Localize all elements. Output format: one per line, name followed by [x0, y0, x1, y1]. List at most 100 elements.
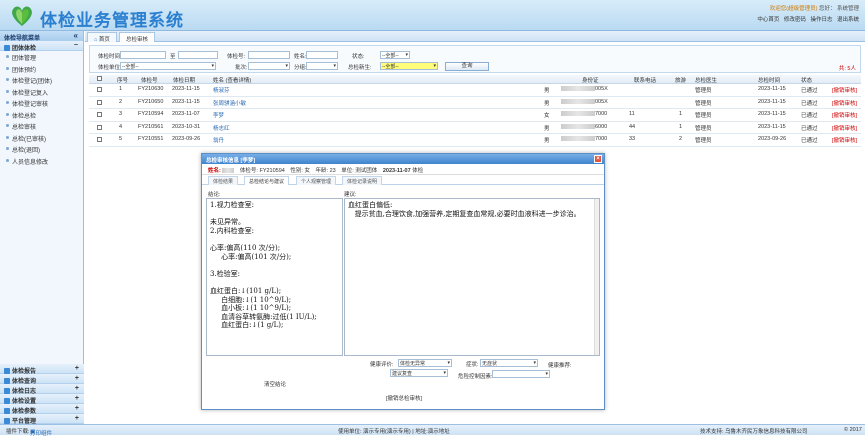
new-flag-select[interactable]: --全部-- — [380, 62, 438, 70]
table-header: 序号 体检号 体检日期 姓名 (查看详情) 身份证 联系电话 旅游 总检医生 总… — [89, 75, 861, 84]
tab-record-note[interactable]: 体检记录说明 — [342, 176, 383, 185]
plus-icon: + — [74, 375, 79, 382]
table-row[interactable]: 4 FY210561 2023-10-31 杨志红男 6000 44 1 管理员 2023-11… — [89, 122, 861, 134]
revoke-review-link[interactable]: [撤销总检审核] — [386, 394, 422, 402]
group-select[interactable] — [306, 62, 338, 70]
sidebar: 体检导航菜单 « 团体体检 − 团体管理 团体预约 体检登记(团体) 体检登记复入 体检登记… — [0, 31, 84, 425]
revoke-button[interactable]: [撤销审核] — [832, 136, 857, 144]
unit-select[interactable]: --全部-- — [120, 62, 216, 70]
clear-conclusion-link[interactable]: 清空结论 — [264, 380, 286, 388]
sidebar-group-team-exam[interactable]: 团体体检 − — [0, 41, 83, 52]
date-to-input[interactable] — [178, 51, 218, 59]
conclusion-textarea[interactable]: 1.视力检查室: 未见异常。 2.内科检查室: 心率:偏高(110 次/分); … — [206, 198, 343, 356]
app-title: 体检业务管理系统 — [40, 11, 184, 30]
status-text: 已通过 — [801, 125, 818, 132]
advice-recheck-select[interactable]: 建议复查 — [390, 369, 448, 377]
user-greeting: 欢迎您(超级管理员) 您好： 系统管理 — [769, 6, 859, 12]
sidebar-group[interactable]: 体检报告 + — [0, 364, 84, 375]
plus-icon: + — [74, 395, 79, 402]
tab-review[interactable]: 总检审核 — [119, 32, 156, 43]
dialog-tabs: 体检结果 总检结论与建议 个人观察管理 体检记录说明 — [202, 175, 604, 185]
table-row[interactable]: 1 FY210630 2023-11-15 杨淑芬男 005X 管理员 2023-11-15… — [89, 84, 861, 97]
patient-name-link[interactable]: 杨淑芬 — [213, 86, 230, 94]
sidebar-item[interactable]: 体检登记(团体) — [0, 74, 83, 86]
revoke-button[interactable]: [撤销审核] — [832, 111, 857, 119]
result-count: 共: 5人 — [838, 66, 856, 72]
symptom-select[interactable]: 无症状 — [480, 359, 538, 367]
id-card: 6000 — [561, 124, 607, 130]
header-links: 中心首页 修改密码 操作日志 退出系统 — [754, 15, 859, 23]
sidebar-item[interactable]: 总检审核 — [0, 120, 83, 132]
plus-icon: + — [74, 405, 79, 412]
sidebar-item[interactable]: 总检(退回) — [0, 143, 83, 155]
collapse-icon[interactable]: « — [74, 31, 78, 40]
link-change-password[interactable]: 修改密码 — [784, 17, 806, 23]
sidebar-item[interactable]: 体检登记审核 — [0, 97, 83, 109]
patient-info: 姓名: 体检号: FY210594 性别: 女 年龄: 23 单位: 测试团体 … — [202, 164, 604, 175]
plus-icon: + — [74, 365, 79, 372]
sidebar-item[interactable]: 人员信息修改 — [0, 155, 83, 167]
sidebar-group[interactable]: 体检查询 + — [0, 374, 84, 385]
status-text: 已通过 — [801, 100, 818, 107]
risk-select[interactable] — [492, 370, 550, 378]
status-text: 已通过 — [801, 138, 818, 144]
sidebar-group[interactable]: 平台管理 + — [0, 414, 84, 425]
plus-icon: + — [74, 415, 79, 422]
sidebar-item[interactable]: 团体管理 — [0, 51, 83, 63]
sidebar-item[interactable]: 总检(已审核) — [0, 132, 83, 144]
advice-textarea[interactable]: 血红蛋白偏低: 提示贫血,合理饮食,加强营养,定期复查血常规,必要时血液科进一步… — [344, 198, 600, 356]
patient-name-link[interactable]: 翁丹 — [213, 136, 224, 144]
tab-exam-result[interactable]: 体检结果 — [208, 176, 239, 185]
revoke-button[interactable]: [撤销审核] — [832, 99, 857, 107]
minus-icon: − — [73, 42, 78, 49]
sidebar-group[interactable]: 体检日志 + — [0, 384, 84, 395]
health-eval-select[interactable]: 体检无异常 — [398, 359, 452, 367]
table-row[interactable]: 3 FY210594 2023-11-07 李梦女 7000 11 1 管理员 2023-11-… — [89, 109, 861, 122]
row-checkbox[interactable] — [97, 124, 102, 130]
id-card: 7000 — [561, 136, 607, 142]
tab-personal-observe[interactable]: 个人观察管理 — [296, 176, 337, 185]
row-checkbox[interactable] — [97, 87, 102, 92]
patient-name-link[interactable]: 杨志红 — [213, 124, 230, 132]
table-row[interactable]: 5 FY210551 2023-09-26 翁丹男 7000 33 2 管理员 2023-09-… — [89, 134, 861, 147]
link-home[interactable]: 中心首页 — [757, 17, 779, 23]
date-from-input[interactable] — [120, 51, 166, 59]
batch-select[interactable] — [248, 62, 290, 70]
exam-no-input[interactable] — [248, 51, 290, 59]
sidebar-group[interactable]: 体检设置 + — [0, 394, 84, 405]
revoke-button[interactable]: [撤销审核] — [832, 124, 857, 132]
row-checkbox[interactable] — [97, 112, 102, 117]
link-logout[interactable]: 退出系统 — [837, 17, 859, 23]
status-select[interactable]: --全部-- — [380, 51, 410, 59]
select-all-checkbox[interactable] — [97, 76, 102, 81]
heart-leaf-logo-icon — [12, 6, 32, 26]
review-dialog: 总检审核信息 [李梦] × 姓名: 体检号: FY210594 性别: 女 年龄:… — [201, 153, 605, 410]
table-row[interactable]: 2 FY210650 2023-11-15 张周骐涵小敏男 005X 管理员 2023-11… — [89, 97, 861, 109]
link-log[interactable]: 操作日志 — [810, 17, 832, 23]
app-header: 体检业务管理系统 欢迎您(超级管理员) 您好： 系统管理 中心首页 修改密码 操… — [0, 0, 865, 31]
patient-name-link[interactable]: 张周骐涵小敏 — [213, 99, 246, 107]
tab-home[interactable]: ⌂ 首页 — [87, 32, 117, 43]
home-icon: ⌂ — [94, 37, 98, 43]
plus-icon: + — [74, 385, 79, 392]
query-panel: 体检时间: 至 体检单位: --全部-- 体检号: 姓名: 批次: 分组: 状态… — [89, 45, 861, 73]
row-checkbox[interactable] — [97, 99, 102, 105]
tab-conclusion[interactable]: 总检结论与建议 — [244, 176, 290, 185]
sidebar-title: 体检导航菜单 « — [0, 31, 83, 42]
sidebar-item[interactable]: 团体预约 — [0, 63, 83, 75]
sidebar-group[interactable]: 体检参数 + — [0, 404, 84, 415]
sidebar-item[interactable]: 体检总检 — [0, 109, 83, 121]
scrollbar[interactable] — [594, 199, 599, 355]
query-button[interactable]: 查询 — [445, 62, 489, 71]
close-icon[interactable]: × — [594, 155, 602, 163]
dialog-title: 总检审核信息 [李梦] × — [202, 154, 604, 164]
sidebar-item[interactable]: 体检登记复入 — [0, 86, 83, 98]
revoke-button[interactable]: [撤销审核] — [832, 86, 857, 94]
footer: 插件下载: ▣ 打印组件 使用单位: 演示专用(演示专用) | 地址:演示地址 … — [0, 424, 865, 437]
patient-name-link[interactable]: 李梦 — [213, 111, 224, 119]
name-input[interactable] — [306, 51, 338, 59]
id-card: 005X — [561, 99, 608, 105]
status-text: 已通过 — [801, 88, 818, 94]
row-checkbox[interactable] — [97, 137, 102, 142]
id-card: 005X — [561, 86, 608, 92]
